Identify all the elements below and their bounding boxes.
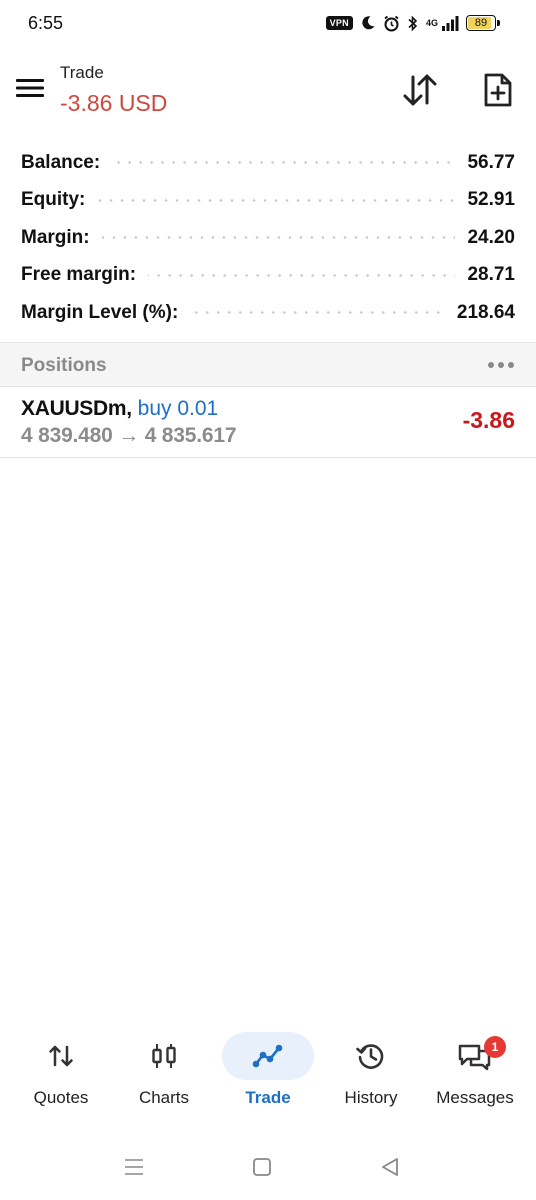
positions-title: Positions — [21, 355, 107, 376]
nav-item-quotes[interactable]: Quotes — [9, 1032, 113, 1118]
status-bar: 6:55 VPN 4G 89 — [0, 0, 536, 48]
hamburger-menu-icon — [16, 79, 44, 97]
summary-row-margin: Margin: 24.20 — [21, 219, 515, 257]
position-row[interactable]: XAUUSDm, buy 0.01 4 839.480 → 4 835.617 … — [0, 387, 536, 458]
charts-icon — [152, 1044, 176, 1068]
moon-icon — [362, 16, 375, 30]
position-symbol: XAUUSDm, — [21, 397, 132, 420]
nav-icon-container — [118, 1032, 210, 1080]
status-icons: VPN 4G 89 — [325, 13, 500, 33]
bluetooth-icon — [408, 15, 418, 31]
nav-icon-container: 1 — [429, 1032, 521, 1080]
page-title: Trade — [60, 63, 104, 82]
summary-value: 52.91 — [467, 189, 515, 211]
nav-icon-container — [325, 1032, 417, 1080]
summary-label: Free margin: — [21, 264, 137, 286]
summary-row-free-margin: Free margin: 28.71 — [21, 257, 515, 295]
nav-icon-container — [15, 1032, 107, 1080]
position-prices: 4 839.480 → 4 835.617 — [21, 424, 237, 447]
new-order-button[interactable] — [476, 68, 520, 112]
sort-button[interactable] — [398, 70, 442, 110]
home-square-icon — [253, 1158, 271, 1176]
positions-section-header: Positions — [0, 342, 536, 387]
battery-tip — [497, 20, 500, 26]
summary-row-equity: Equity: 52.91 — [21, 182, 515, 220]
more-dots-icon — [488, 362, 494, 368]
new-document-icon — [484, 73, 512, 107]
summary-label: Balance: — [21, 151, 101, 173]
back-triangle-icon — [382, 1158, 398, 1176]
position-title-line: XAUUSDm, buy 0.01 — [21, 397, 218, 421]
sort-arrows-icon — [403, 74, 437, 106]
menu-button[interactable] — [12, 70, 48, 106]
status-time: 6:55 — [28, 13, 64, 33]
vpn-icon: VPN — [325, 16, 353, 30]
summary-value: 28.71 — [467, 264, 515, 286]
header-floating-profit: -3.86 USD — [60, 90, 168, 116]
more-dots-icon — [498, 362, 504, 368]
recent-apps-button[interactable] — [119, 1152, 149, 1182]
dotted-leader — [101, 236, 456, 240]
network-type-label: 4G — [425, 18, 438, 28]
dotted-leader — [190, 311, 445, 315]
home-button[interactable] — [247, 1152, 277, 1182]
summary-value: 218.64 — [456, 301, 515, 323]
recent-apps-icon — [125, 1159, 143, 1175]
position-side-volume: buy 0.01 — [137, 397, 219, 420]
nav-item-trade[interactable]: Trade — [216, 1032, 320, 1118]
history-icon — [356, 1044, 384, 1069]
app-header: Trade -3.86 USD — [0, 56, 536, 126]
dotted-leader — [97, 198, 456, 202]
trade-icon — [252, 1044, 283, 1068]
summary-value: 56.77 — [467, 151, 515, 173]
dotted-leader — [148, 273, 456, 277]
battery-indicator: 89 — [466, 15, 500, 31]
unread-count-badge: 1 — [484, 1036, 506, 1058]
nav-item-charts[interactable]: Charts — [112, 1032, 216, 1118]
system-navigation-bar — [0, 1142, 536, 1190]
account-summary: Balance: 56.77 Equity: 52.91 Margin: 24.… — [21, 144, 515, 332]
summary-label: Margin: — [21, 226, 90, 248]
position-profit: -3.86 — [462, 407, 515, 433]
signal-icon — [442, 16, 459, 31]
summary-label: Equity: — [21, 189, 86, 211]
summary-label: Margin Level (%): — [21, 301, 179, 323]
back-button[interactable] — [375, 1152, 405, 1182]
nav-label: Messages — [436, 1088, 514, 1107]
summary-row-balance: Balance: 56.77 — [21, 144, 515, 182]
battery-level: 89 — [474, 17, 488, 29]
bottom-navigation: Quotes Charts Trade History 1 Messages — [0, 1026, 536, 1122]
more-dots-icon — [508, 362, 514, 368]
nav-icon-container — [222, 1032, 314, 1080]
dotted-leader — [112, 161, 456, 165]
quotes-icon — [49, 1045, 73, 1067]
summary-value: 24.20 — [467, 226, 515, 248]
alarm-icon — [384, 15, 399, 31]
summary-row-margin-level: Margin Level (%): 218.64 — [21, 294, 515, 332]
nav-item-messages[interactable]: 1 Messages — [423, 1032, 527, 1118]
positions-more-button[interactable] — [486, 351, 516, 379]
nav-item-history[interactable]: History — [319, 1032, 423, 1118]
